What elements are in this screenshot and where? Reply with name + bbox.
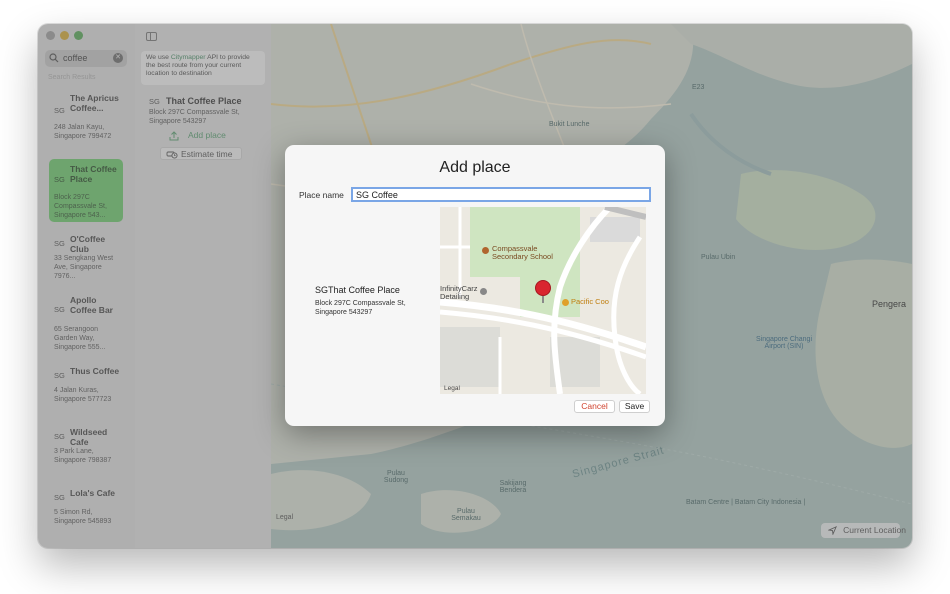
place-name-label: Place name	[299, 190, 344, 200]
dialog-title: Add place	[439, 159, 511, 176]
place-name-input[interactable]	[351, 187, 651, 202]
pin-stem	[542, 296, 544, 303]
cafe-icon	[562, 299, 569, 306]
mini-map-legal-link[interactable]: Legal	[444, 385, 460, 393]
carz-icon	[480, 288, 487, 295]
place-preview-map[interactable]: Compassvale Secondary School InfinityCar…	[440, 207, 646, 394]
app-window: coffee ✕ Search Results SG The Apricus C…	[38, 24, 912, 548]
map-label-carz: InfinityCarz Detailing	[440, 284, 478, 301]
map-label-pacific: Pacific Coo	[571, 297, 609, 306]
save-button[interactable]: Save	[619, 400, 650, 413]
map-label-school: Compassvale Secondary School	[492, 244, 553, 261]
place-address: Block 297C Compassvale St, Singapore 543…	[315, 300, 406, 316]
school-icon	[482, 247, 489, 254]
cancel-button[interactable]: Cancel	[574, 400, 615, 413]
place-title: SGThat Coffee Place	[315, 285, 400, 295]
place-pin-icon	[535, 280, 551, 296]
add-place-dialog: Add place Place name SGThat Coffee Place…	[285, 145, 665, 426]
